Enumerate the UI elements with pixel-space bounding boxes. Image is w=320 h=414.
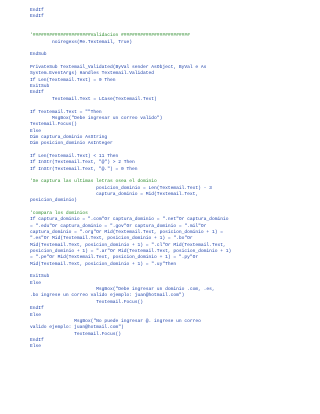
document-page: EndIf EndIf '#####################Validaci… <box>0 0 320 414</box>
code-line: Else <box>30 344 42 350</box>
